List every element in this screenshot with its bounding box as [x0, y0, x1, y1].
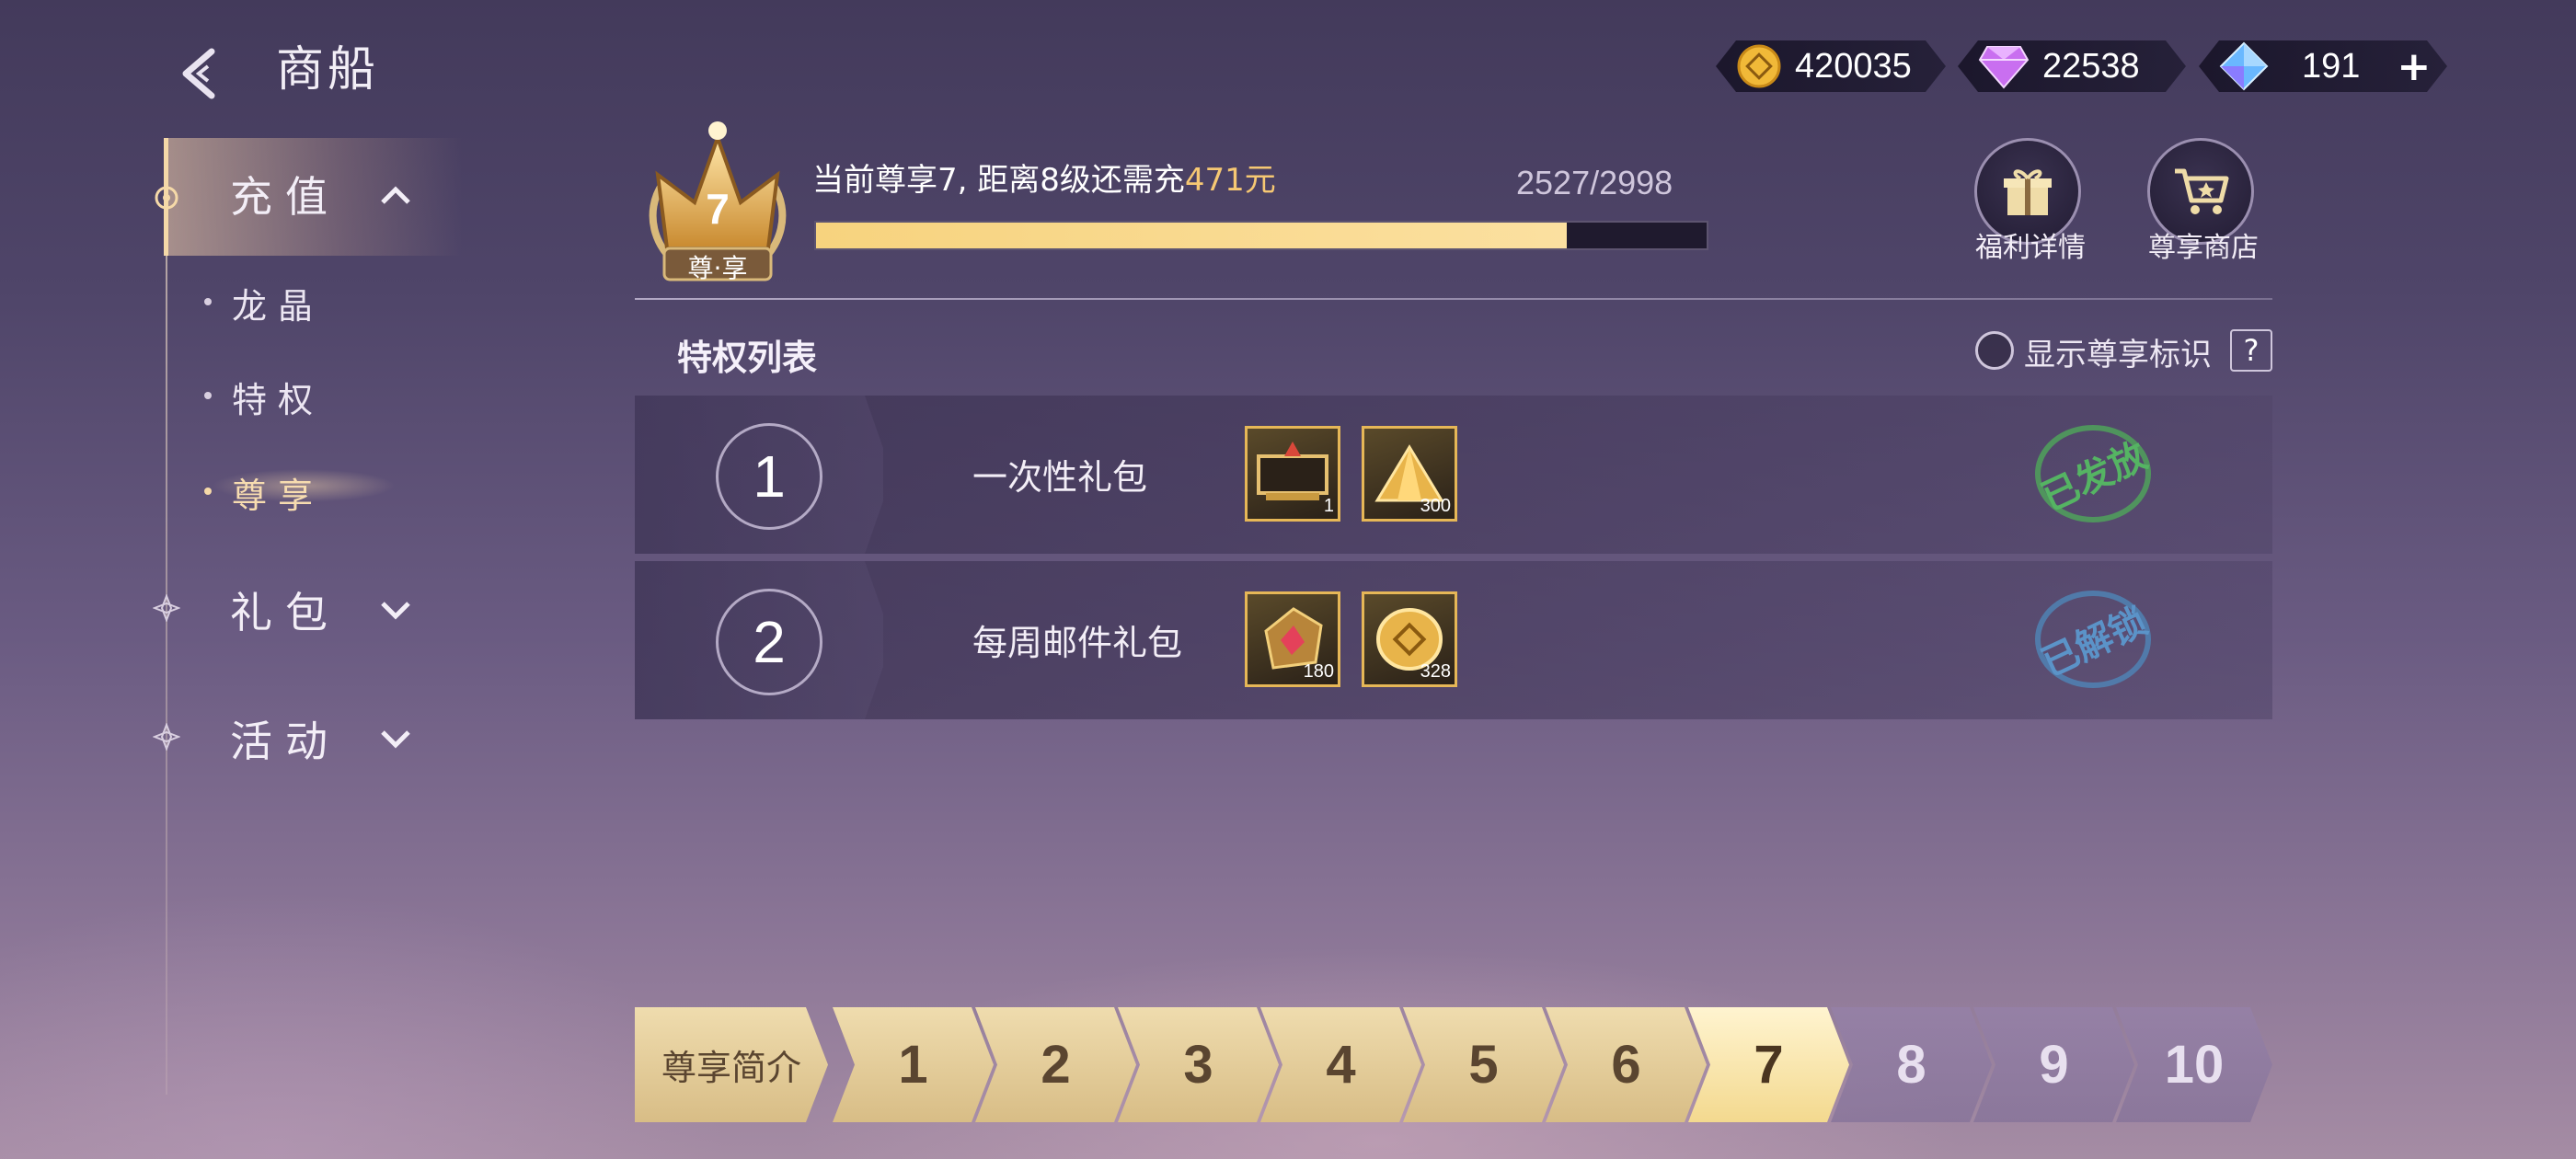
bullet-dot	[204, 298, 212, 305]
show-vip-mark-toggle[interactable]	[1975, 331, 2014, 370]
diamond-currency: 22538	[1958, 40, 2186, 92]
vip-progress-bar	[814, 221, 1708, 250]
bullet-dot-active	[204, 488, 212, 495]
privilege-row: 1 一次性礼包 1 300 已发放	[635, 396, 2272, 554]
reward-item[interactable]: 180	[1245, 591, 1340, 687]
vip-status-amount: 471元	[1184, 162, 1276, 199]
divider	[635, 298, 2272, 300]
sidebar-item-privilege[interactable]: 特权	[232, 372, 324, 422]
sidebar-item-dragon-crystal[interactable]: 龙晶	[232, 278, 324, 328]
chevron-down-icon[interactable]	[377, 596, 414, 624]
vip-status-text: 当前尊享7, 距离8级还需充471元	[812, 155, 1276, 200]
chevron-down-icon[interactable]	[377, 725, 414, 752]
sidebar-item-vip[interactable]: 尊享	[232, 467, 324, 518]
sidebar-label-recharge: 充值	[230, 172, 340, 222]
privilege-list-title: 特权列表	[677, 338, 818, 378]
shopping-cart-icon	[2175, 168, 2229, 214]
vip-level-number: 7	[706, 185, 730, 233]
welfare-details-label: 福利详情	[1975, 232, 2086, 264]
blue-crystal-icon	[2219, 41, 2269, 91]
purple-diamond-icon	[1978, 43, 2030, 89]
level-tab-7[interactable]: 7	[1688, 1007, 1849, 1122]
active-marker-icon	[155, 186, 178, 210]
reward-item[interactable]: 1	[1245, 426, 1340, 522]
gold-currency: 420035	[1716, 40, 1946, 92]
item-quantity: 1	[1323, 496, 1334, 516]
diamond-marker-icon	[153, 594, 180, 622]
vip-progress-text: 2527/2998	[1516, 164, 1673, 201]
gold-coin-icon	[1736, 43, 1782, 89]
level-tab-3[interactable]: 3	[1118, 1007, 1279, 1122]
bullet-dot	[204, 392, 212, 399]
vip-badge-label: 尊·享	[687, 253, 748, 283]
show-vip-mark-label[interactable]: 显示尊享标识	[2024, 329, 2212, 374]
add-crystal-button[interactable]: +	[2397, 43, 2431, 90]
status-stamp: 已发放	[2033, 423, 2154, 524]
privilege-name: 一次性礼包	[972, 457, 1148, 498]
crystal-currency[interactable]: 191 +	[2199, 40, 2447, 92]
sidebar-item-activity[interactable]: 活动	[230, 708, 340, 769]
item-quantity: 300	[1420, 496, 1451, 516]
crystal-amount: 191	[2302, 46, 2361, 86]
level-tab-6[interactable]: 6	[1546, 1007, 1707, 1122]
chevron-up-icon[interactable]	[377, 180, 414, 208]
vip-progress-fill	[816, 223, 1568, 248]
back-arrow-icon	[182, 48, 215, 99]
reward-item[interactable]: 328	[1362, 591, 1457, 687]
level-tab-9[interactable]: 9	[1973, 1007, 2134, 1122]
status-stamp: 已解锁	[2033, 589, 2154, 690]
level-tab-10[interactable]: 10	[2116, 1007, 2272, 1122]
level-tab-2[interactable]: 2	[975, 1007, 1136, 1122]
gift-box-icon	[2004, 169, 2052, 215]
page-title: 商船	[276, 42, 380, 98]
privilege-row: 2 每周邮件礼包 180 328 已解锁	[635, 561, 2272, 719]
diamond-marker-icon	[153, 723, 180, 751]
vip-shop-label: 尊享商店	[2148, 232, 2259, 264]
row-number: 1	[716, 423, 822, 530]
level-tab-8[interactable]: 8	[1831, 1007, 1992, 1122]
level-tab-5[interactable]: 5	[1403, 1007, 1564, 1122]
row-number: 2	[716, 589, 822, 695]
item-quantity: 328	[1420, 661, 1451, 682]
help-button[interactable]: ?	[2230, 329, 2272, 372]
diamond-amount: 22538	[2042, 46, 2140, 86]
back-button[interactable]	[161, 37, 235, 110]
item-quantity: 180	[1303, 661, 1334, 682]
gold-amount: 420035	[1795, 46, 1912, 86]
level-tab-4[interactable]: 4	[1260, 1007, 1421, 1122]
vip-intro-tab[interactable]: 尊享简介	[635, 1007, 828, 1122]
sidebar-item-gift[interactable]: 礼包	[230, 580, 340, 640]
vip-status-prefix: 当前尊享7, 距离8级还需充	[812, 162, 1185, 199]
reward-item[interactable]: 300	[1362, 426, 1457, 522]
level-tab-1[interactable]: 1	[833, 1007, 994, 1122]
privilege-name: 每周邮件礼包	[972, 623, 1183, 663]
